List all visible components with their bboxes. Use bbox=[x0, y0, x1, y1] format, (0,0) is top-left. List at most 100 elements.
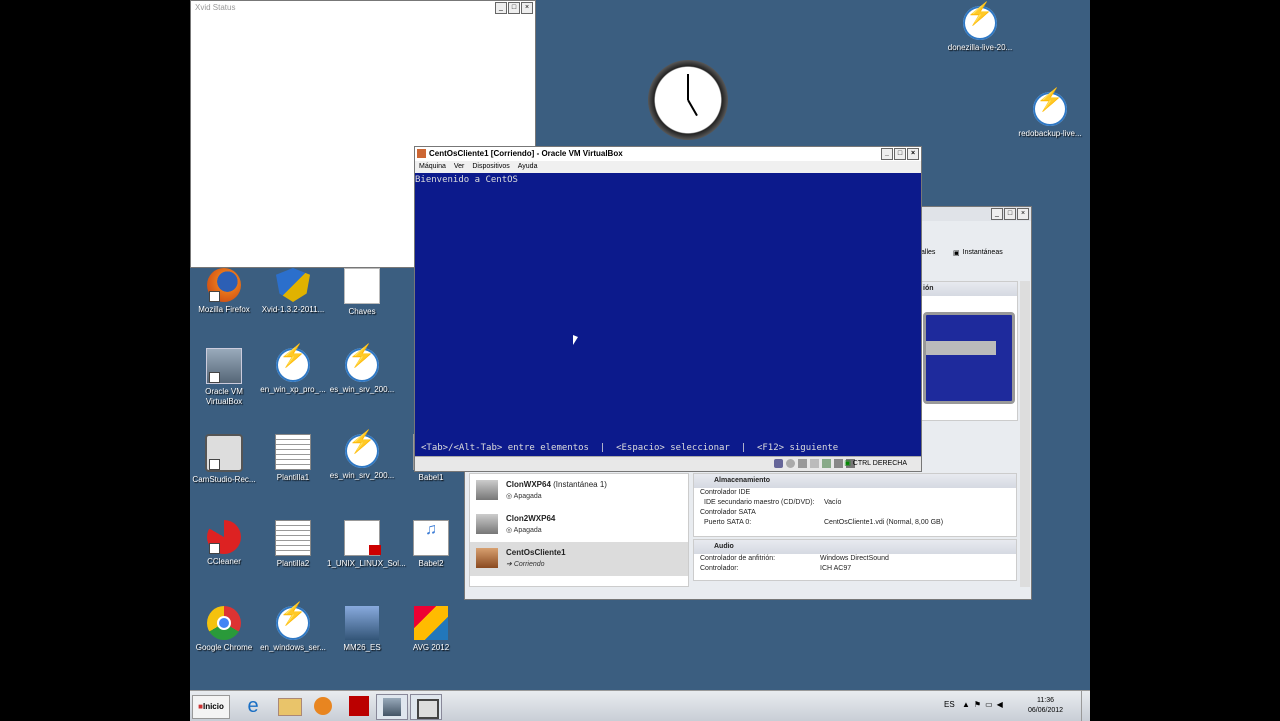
window-title: CentOsCliente1 [Corriendo] - Oracle VM V… bbox=[429, 149, 623, 158]
tab-details[interactable]: alles bbox=[921, 249, 935, 256]
bolt-icon bbox=[1033, 92, 1067, 126]
virtualbox-icon bbox=[417, 149, 426, 158]
menu-ver[interactable]: Ver bbox=[454, 161, 465, 173]
desktop-icon-chaves[interactable]: Chaves bbox=[327, 268, 397, 317]
storage-header: Almacenamiento bbox=[694, 474, 1016, 488]
xvid-titlebar[interactable]: Xvid Status _ □ × bbox=[191, 1, 535, 15]
desktop-icon-plantilla1[interactable]: Plantilla1 bbox=[258, 434, 328, 483]
display-tray-icon[interactable]: ▭ bbox=[985, 700, 993, 709]
mouse-cursor-icon bbox=[573, 335, 578, 345]
shortcut-arrow-icon bbox=[209, 543, 220, 554]
desktop-icon-ccleaner[interactable]: CCleaner bbox=[190, 520, 259, 567]
shortcut-arrow-icon bbox=[209, 459, 220, 470]
vm-item[interactable]: Clon2WXP64 ◎ Apagada bbox=[470, 508, 688, 542]
window-title: Xvid Status bbox=[195, 3, 236, 12]
desktop-icon-avg[interactable]: AVG 2012 bbox=[396, 606, 466, 653]
virtualbox-taskbar-button[interactable] bbox=[376, 694, 408, 720]
bolt-icon bbox=[276, 348, 310, 382]
minimize-button[interactable]: _ bbox=[495, 2, 507, 14]
usb-icon[interactable] bbox=[798, 459, 807, 468]
camera-icon: ▣ bbox=[953, 250, 960, 257]
flag-icon[interactable]: ⚑ bbox=[974, 700, 981, 709]
menu-ayuda[interactable]: Ayuda bbox=[518, 161, 538, 173]
console-welcome-text: Bienvenido a CentOS bbox=[415, 175, 518, 185]
vm-state: ◎ Apagada bbox=[506, 527, 542, 534]
preview-header: ión bbox=[921, 282, 1017, 296]
desktop-icon-babel2[interactable]: Babel2 bbox=[396, 520, 466, 569]
close-button[interactable]: × bbox=[1017, 208, 1029, 220]
vm-list[interactable]: ClonWXP64 (Instantánea 1) ◎ Apagada Clon… bbox=[469, 473, 689, 587]
show-hidden-icons-icon[interactable]: ▲ bbox=[962, 700, 970, 709]
shortcut-arrow-icon bbox=[209, 291, 220, 302]
desktop-icon-en-windows-ser[interactable]: en_windows_ser... bbox=[258, 606, 328, 653]
system-tray: ▲ ⚑ ▭ ◀ bbox=[962, 700, 1003, 709]
host-key-indicator: ▣ CTRL DERECHA bbox=[844, 460, 907, 467]
desktop-icon-camstudio[interactable]: CamStudio-Rec... bbox=[190, 434, 259, 485]
firefox-icon bbox=[207, 268, 241, 302]
camstudio-icon bbox=[205, 434, 243, 472]
desktop-icon-donezilla[interactable]: donezilla-live-20... bbox=[945, 6, 1015, 53]
desktop-icon-virtualbox[interactable]: Oracle VM VirtualBox bbox=[190, 348, 259, 407]
minimize-button[interactable]: _ bbox=[881, 148, 893, 160]
preview-panel: ión bbox=[920, 281, 1018, 421]
document-icon bbox=[344, 268, 380, 304]
device-indicators bbox=[774, 459, 855, 468]
ie-taskbar-icon[interactable]: e bbox=[238, 694, 268, 718]
vm-titlebar[interactable]: CentOsCliente1 [Corriendo] - Oracle VM V… bbox=[415, 147, 921, 161]
show-desktop-button[interactable] bbox=[1081, 691, 1090, 721]
camstudio-taskbar-button[interactable] bbox=[410, 694, 442, 720]
desktop-icon-redobackup[interactable]: redobackup-live... bbox=[1015, 92, 1085, 139]
cd-icon[interactable] bbox=[786, 459, 795, 468]
desktop-icon-xvid[interactable]: Xvid-1.3.2-2011... bbox=[258, 268, 328, 315]
vm-console-screen[interactable]: Bienvenido a CentOS <Tab>/<Alt-Tab> entr… bbox=[415, 173, 921, 457]
desktop-icon-chrome[interactable]: Google Chrome bbox=[190, 606, 259, 653]
desktop-icon-plantilla2[interactable]: Plantilla2 bbox=[258, 520, 328, 569]
maximize-button[interactable]: □ bbox=[1004, 208, 1016, 220]
maximize-button[interactable]: □ bbox=[508, 2, 520, 14]
winxp64-icon bbox=[476, 514, 498, 534]
chrome-icon bbox=[207, 606, 241, 640]
menu-dispositivos[interactable]: Dispositivos bbox=[472, 161, 509, 173]
document-lines-icon bbox=[275, 434, 311, 470]
desktop-icon-es-win-srv-1[interactable]: es_win_srv_200... bbox=[327, 348, 397, 395]
volume-icon[interactable]: ◀ bbox=[997, 700, 1003, 709]
shortcut-arrow-icon bbox=[209, 372, 220, 383]
hdd-icon[interactable] bbox=[774, 459, 783, 468]
vm-menubar: Máquina Ver Dispositivos Ayuda bbox=[415, 161, 921, 173]
shared-folder-icon[interactable] bbox=[810, 459, 819, 468]
console-help-line: <Tab>/<Alt-Tab> entre elementos | <Espac… bbox=[421, 443, 839, 453]
audio-header: Audio bbox=[694, 540, 1016, 554]
desktop-icon-firefox[interactable]: Mozilla Firefox bbox=[190, 268, 259, 315]
display-icon[interactable] bbox=[834, 459, 843, 468]
language-indicator[interactable]: ES bbox=[944, 700, 955, 709]
close-button[interactable]: × bbox=[521, 2, 533, 14]
mm-icon bbox=[345, 606, 379, 640]
acrobat-taskbar-icon[interactable] bbox=[344, 694, 374, 718]
start-button[interactable]: ■Inicio bbox=[192, 695, 230, 719]
details-scrollbar[interactable] bbox=[1020, 281, 1030, 587]
vm-item[interactable]: ClonWXP64 (Instantánea 1) ◎ Apagada bbox=[470, 474, 688, 508]
desktop-icon-mm26[interactable]: MM26_ES bbox=[327, 606, 397, 653]
keyboard-icon: ▣ bbox=[844, 460, 851, 467]
tray-clock[interactable]: 11:36 06/06/2012 bbox=[1028, 696, 1063, 716]
vm-window[interactable]: CentOsCliente1 [Corriendo] - Oracle VM V… bbox=[414, 146, 922, 472]
network-icon[interactable] bbox=[822, 459, 831, 468]
menu-maquina[interactable]: Máquina bbox=[419, 161, 446, 173]
bolt-icon bbox=[345, 434, 379, 468]
minimize-button[interactable]: _ bbox=[991, 208, 1003, 220]
desktop-icon-unix-linux-pdf[interactable]: 1_UNIX_LINUX_Sol... bbox=[327, 520, 406, 569]
media-player-taskbar-icon[interactable] bbox=[308, 694, 338, 718]
clock-gadget[interactable] bbox=[648, 60, 728, 140]
clock-hour-hand bbox=[687, 99, 698, 117]
desktop-icon-es-win-srv-2[interactable]: es_win_srv_200... bbox=[327, 434, 397, 481]
maximize-button[interactable]: □ bbox=[894, 148, 906, 160]
explorer-taskbar-icon[interactable] bbox=[274, 694, 304, 718]
virtualbox-icon bbox=[206, 348, 242, 384]
vm-item-selected[interactable]: CentOsCliente1 ➔ Corriendo bbox=[470, 542, 688, 576]
document-lines-icon bbox=[275, 520, 311, 556]
close-button[interactable]: × bbox=[907, 148, 919, 160]
avg-icon bbox=[414, 606, 448, 640]
tab-snapshots[interactable]: ▣ Instantáneas bbox=[953, 249, 1003, 257]
desktop-icon-en-win-xp[interactable]: en_win_xp_pro_... bbox=[258, 348, 328, 395]
winxp64-icon bbox=[476, 480, 498, 500]
